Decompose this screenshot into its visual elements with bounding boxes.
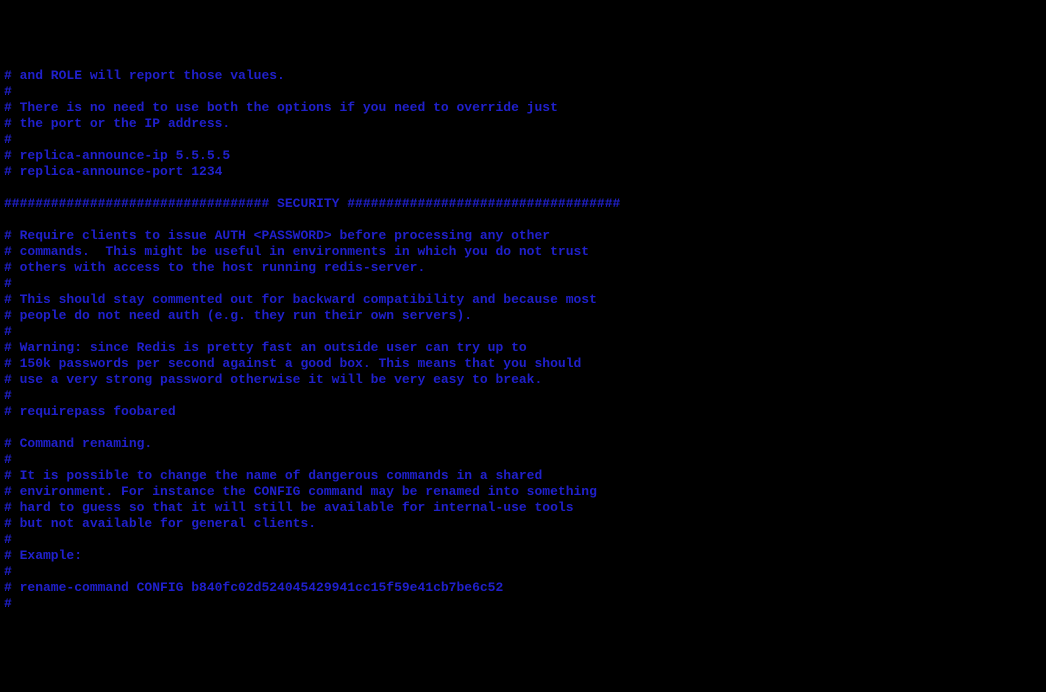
config-line: # — [4, 324, 1042, 340]
config-line — [4, 212, 1042, 228]
config-line: # use a very strong password otherwise i… — [4, 372, 1042, 388]
config-line: # but not available for general clients. — [4, 516, 1042, 532]
config-line: # people do not need auth (e.g. they run… — [4, 308, 1042, 324]
config-line: # commands. This might be useful in envi… — [4, 244, 1042, 260]
config-line: # Warning: since Redis is pretty fast an… — [4, 340, 1042, 356]
config-line: # replica-announce-port 1234 — [4, 164, 1042, 180]
config-line: # — [4, 564, 1042, 580]
config-line: # This should stay commented out for bac… — [4, 292, 1042, 308]
config-line: # — [4, 596, 1042, 612]
config-line: # others with access to the host running… — [4, 260, 1042, 276]
config-line — [4, 180, 1042, 196]
config-line: # It is possible to change the name of d… — [4, 468, 1042, 484]
config-line: ################################## SECUR… — [4, 196, 1042, 212]
config-line: # Require clients to issue AUTH <PASSWOR… — [4, 228, 1042, 244]
config-line: # hard to guess so that it will still be… — [4, 500, 1042, 516]
config-line: # environment. For instance the CONFIG c… — [4, 484, 1042, 500]
config-line: # requirepass foobared — [4, 404, 1042, 420]
config-line: # — [4, 452, 1042, 468]
config-line: # — [4, 132, 1042, 148]
config-line: # — [4, 532, 1042, 548]
config-line: # and ROLE will report those values. — [4, 68, 1042, 84]
config-line: # rename-command CONFIG b840fc02d5240454… — [4, 580, 1042, 596]
config-line: # 150k passwords per second against a go… — [4, 356, 1042, 372]
config-line: # replica-announce-ip 5.5.5.5 — [4, 148, 1042, 164]
config-line — [4, 420, 1042, 436]
config-line: # — [4, 276, 1042, 292]
config-line: # the port or the IP address. — [4, 116, 1042, 132]
config-line: # — [4, 84, 1042, 100]
config-line: # Command renaming. — [4, 436, 1042, 452]
config-line: # — [4, 388, 1042, 404]
config-line: # Example: — [4, 548, 1042, 564]
terminal-output: # and ROLE will report those values.## T… — [4, 68, 1042, 612]
config-line: # There is no need to use both the optio… — [4, 100, 1042, 116]
